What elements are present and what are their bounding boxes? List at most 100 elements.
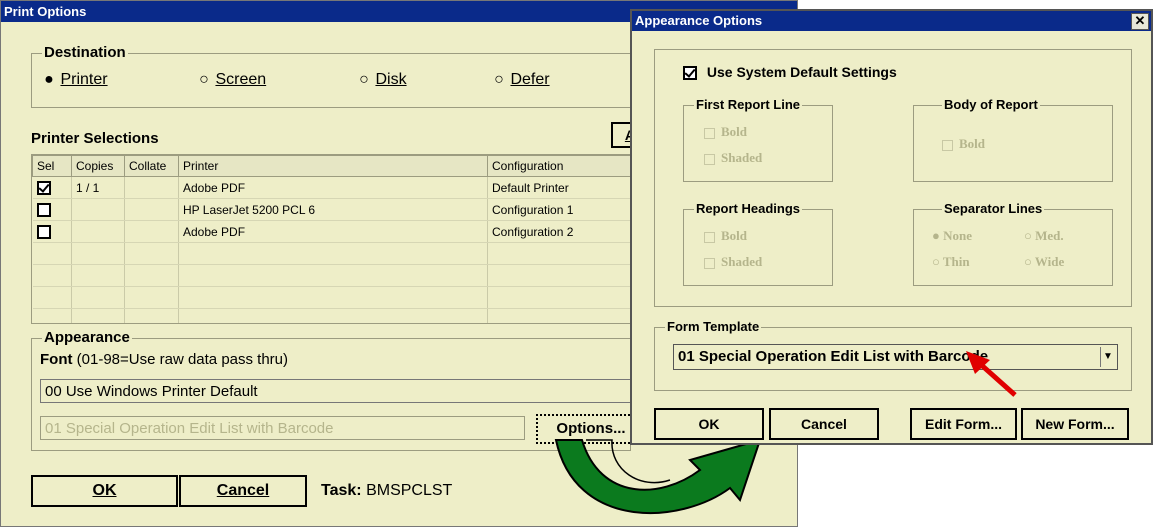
- dropdown-arrow-icon[interactable]: ▼: [1100, 347, 1115, 367]
- collate-cell: [124, 176, 179, 199]
- body-of-report-label: Body of Report: [942, 97, 1040, 112]
- separator-none-radio[interactable]: ● None: [932, 228, 972, 244]
- appearance-label: Appearance: [42, 329, 132, 346]
- new-form-button[interactable]: New Form...: [1021, 408, 1129, 440]
- separator-med-radio[interactable]: ○ Med.: [1024, 228, 1064, 244]
- radio-disabled-icon: ○: [1024, 228, 1032, 243]
- first-report-line-group: First Report Line Bold Shaded: [683, 97, 833, 182]
- body-of-report-group: Body of Report Bold: [913, 97, 1113, 182]
- radio-disabled-selected-icon: ●: [932, 228, 940, 243]
- collate-cell: [124, 220, 179, 243]
- separator-thin-radio[interactable]: ○ Thin: [932, 254, 970, 270]
- radio-unselected-icon: ○: [359, 71, 369, 88]
- table-row-empty: [32, 286, 632, 309]
- destination-printer-radio[interactable]: ● Printer: [42, 71, 108, 89]
- font-input[interactable]: 00 Use Windows Printer Default: [40, 379, 640, 403]
- first-line-shaded-checkbox[interactable]: Shaded: [704, 150, 762, 166]
- headings-bold-checkbox[interactable]: Bold: [704, 228, 747, 244]
- printer-selections-label: Printer Selections: [31, 130, 159, 147]
- checkbox-disabled-icon: [704, 231, 715, 243]
- destination-defer-radio[interactable]: ○ Defer: [492, 71, 550, 89]
- table-header-row: Sel Copies Collate Printer Configuration: [32, 155, 632, 177]
- close-icon[interactable]: ✕: [1131, 13, 1149, 30]
- printer-cell: Adobe PDF: [178, 220, 488, 243]
- appearance-cancel-button[interactable]: Cancel: [769, 408, 879, 440]
- radio-disabled-icon: ○: [932, 254, 940, 269]
- copies-cell: 1 / 1: [71, 176, 125, 199]
- report-headings-group: Report Headings Bold Shaded: [683, 201, 833, 286]
- checkbox-disabled-icon: [942, 139, 953, 151]
- row-checkbox-checked[interactable]: [36, 180, 51, 195]
- destination-disk-label: Disk: [375, 71, 407, 88]
- column-header-printer[interactable]: Printer: [178, 155, 488, 177]
- destination-screen-radio[interactable]: ○ Screen: [197, 71, 266, 89]
- sel-cell[interactable]: [32, 176, 72, 199]
- copies-cell: [71, 220, 125, 243]
- destination-label: Destination: [42, 44, 128, 61]
- checkbox-disabled-icon: [704, 153, 715, 165]
- printer-table-container: Sel Copies Collate Printer Configuration…: [31, 154, 633, 324]
- font-hint-row: Font (01-98=Use raw data pass thru): [40, 351, 288, 368]
- radio-unselected-icon: ○: [199, 71, 209, 88]
- form-template-group: Form Template 01 Special Operation Edit …: [654, 319, 1132, 391]
- checkbox-checked-icon[interactable]: [683, 66, 697, 81]
- separator-lines-group: Separator Lines ● None ○ Med. ○ Thin ○ W…: [913, 201, 1113, 286]
- task-info: Task: BMSPCLST: [321, 482, 452, 500]
- table-row[interactable]: Adobe PDF Configuration 2: [32, 220, 632, 243]
- task-label: Task:: [321, 482, 362, 499]
- appearance-options-titlebar: Appearance Options ✕: [632, 11, 1151, 31]
- destination-disk-radio[interactable]: ○ Disk: [357, 71, 407, 89]
- printer-cell: Adobe PDF: [178, 176, 488, 199]
- appearance-settings-panel: Use System Default Settings First Report…: [654, 49, 1132, 307]
- form-template-select[interactable]: 01 Special Operation Edit List with Barc…: [673, 344, 1118, 370]
- destination-printer-label: Printer: [60, 71, 108, 88]
- checkbox-disabled-icon: [704, 127, 715, 139]
- first-line-bold-checkbox[interactable]: Bold: [704, 124, 747, 140]
- font-hint: (01-98=Use raw data pass thru): [72, 351, 289, 368]
- configuration-cell: Default Printer: [487, 176, 632, 199]
- task-value: BMSPCLST: [366, 482, 453, 499]
- collate-cell: [124, 198, 179, 221]
- row-checkbox[interactable]: [36, 202, 51, 217]
- table-row[interactable]: 1 / 1 Adobe PDF Default Printer: [32, 176, 632, 199]
- row-checkbox[interactable]: [36, 224, 51, 239]
- column-header-configuration[interactable]: Configuration: [487, 155, 632, 177]
- column-header-collate[interactable]: Collate: [124, 155, 179, 177]
- appearance-options-window: Appearance Options ✕ Use System Default …: [630, 9, 1153, 445]
- print-ok-button[interactable]: OK: [31, 475, 178, 507]
- checkbox-disabled-icon: [704, 257, 715, 269]
- column-header-sel[interactable]: Sel: [32, 155, 72, 177]
- template-input-disabled: 01 Special Operation Edit List with Barc…: [40, 416, 525, 440]
- table-row[interactable]: HP LaserJet 5200 PCL 6 Configuration 1: [32, 198, 632, 221]
- separator-wide-radio[interactable]: ○ Wide: [1024, 254, 1064, 270]
- copies-cell: [71, 198, 125, 221]
- appearance-group: Appearance Font (01-98=Use raw data pass…: [31, 329, 646, 451]
- printer-table: Sel Copies Collate Printer Configuration…: [32, 155, 632, 323]
- print-cancel-button[interactable]: Cancel: [179, 475, 307, 507]
- appearance-options-title: Appearance Options: [635, 13, 763, 28]
- headings-shaded-checkbox[interactable]: Shaded: [704, 254, 762, 270]
- form-template-label: Form Template: [665, 319, 762, 334]
- font-label: Font: [40, 351, 73, 368]
- radio-disabled-icon: ○: [1024, 254, 1032, 269]
- table-row-empty: [32, 242, 632, 265]
- print-options-title: Print Options: [4, 4, 87, 19]
- configuration-cell: Configuration 2: [487, 220, 632, 243]
- edit-form-button[interactable]: Edit Form...: [910, 408, 1017, 440]
- column-header-copies[interactable]: Copies: [71, 155, 125, 177]
- destination-screen-label: Screen: [215, 71, 267, 88]
- printer-cell: HP LaserJet 5200 PCL 6: [178, 198, 488, 221]
- configuration-cell: Configuration 1: [487, 198, 632, 221]
- destination-defer-label: Defer: [510, 71, 550, 88]
- table-row-empty: [32, 264, 632, 287]
- appearance-ok-button[interactable]: OK: [654, 408, 764, 440]
- sel-cell[interactable]: [32, 220, 72, 243]
- radio-unselected-icon: ○: [494, 71, 504, 88]
- separator-lines-label: Separator Lines: [942, 201, 1045, 216]
- body-bold-checkbox[interactable]: Bold: [942, 136, 985, 152]
- sel-cell[interactable]: [32, 198, 72, 221]
- destination-group: Destination ● Printer ○ Screen ○ Disk ○ …: [31, 44, 631, 108]
- report-headings-label: Report Headings: [694, 201, 803, 216]
- use-system-default-checkbox[interactable]: Use System Default Settings: [683, 64, 897, 81]
- radio-selected-icon: ●: [44, 71, 54, 88]
